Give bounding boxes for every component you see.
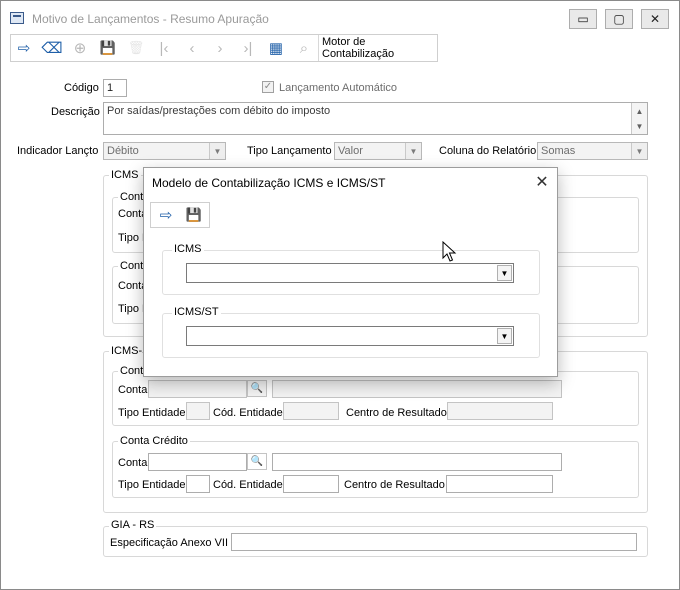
- maximize-button[interactable]: ▢: [605, 9, 633, 29]
- close-icon: ✕: [535, 174, 549, 191]
- save-button[interactable]: 💾: [95, 35, 121, 61]
- codigo-label: Código: [64, 82, 99, 94]
- modelo-contabilizacao-dialog: Modelo de Contabilização ICMS e ICMS/ST …: [143, 167, 558, 377]
- table-icon: ▦: [268, 40, 284, 57]
- especificacao-anexo-field[interactable]: [231, 533, 637, 551]
- codigo-field[interactable]: 1: [103, 79, 127, 97]
- grid-button[interactable]: ▦: [263, 35, 289, 61]
- search-button[interactable]: ⌕: [291, 35, 317, 61]
- icms-st-conta-label-2: Conta: [118, 457, 148, 469]
- indicador-value: Débito: [107, 145, 139, 157]
- icms-st-centro-resultado-label: Centro de Resultado: [346, 407, 447, 419]
- close-icon: ✕: [649, 12, 661, 26]
- icms-credito-title: Cont: [118, 260, 146, 272]
- tipo-lancamento-select[interactable]: Valor ▼: [334, 142, 422, 160]
- chevron-right-icon: ›: [217, 39, 223, 57]
- icms-st-credito-title: Conta Crédito: [118, 435, 190, 447]
- descricao-textarea[interactable]: Por saídas/prestações com débito do impo…: [103, 102, 648, 135]
- first-icon: |‹: [159, 39, 169, 57]
- dialog-exit-button[interactable]: ⇨: [153, 203, 179, 227]
- last-record-button[interactable]: ›|: [235, 35, 261, 61]
- especificacao-anexo-label: Especificação Anexo VII: [110, 537, 229, 549]
- toolbar: ⇨ ⌫ ⊕ 💾 🗑 |‹ ‹ › ›| ▦ ⌕ Motor de Contabi…: [10, 34, 438, 62]
- delete-button[interactable]: 🗑: [123, 35, 149, 61]
- chevron-down-icon: ▼: [631, 143, 647, 159]
- chevron-down-icon: ▼: [497, 328, 512, 344]
- lancamento-automatico-label: Lançamento Automático: [279, 82, 398, 94]
- motor-contabilizacao-button[interactable]: Motor de Contabilização: [318, 35, 437, 61]
- dialog-save-button[interactable]: 💾: [181, 203, 207, 227]
- dialog-toolbar: ⇨ 💾: [150, 202, 210, 228]
- icms-st-centro-resultado-field[interactable]: [447, 402, 553, 420]
- icms-st-cod-entidade-label-2: Cód. Entidade: [213, 479, 283, 491]
- dialog-icms-select[interactable]: ▼: [186, 263, 514, 283]
- minimize-icon: ▭: [577, 12, 589, 26]
- save-icon: 💾: [99, 40, 117, 55]
- coluna-relatorio-value: Somas: [541, 145, 576, 157]
- icms-group-title: ICMS: [109, 169, 141, 181]
- eraser-icon: ⌫: [41, 40, 63, 57]
- icms-st-conta-label: Conta: [118, 384, 148, 396]
- dialog-close-button[interactable]: ✕: [532, 172, 552, 192]
- icms-st-centro-resultado-label-2: Centro de Resultado: [344, 479, 445, 491]
- icms-st-tipo-entidade-label: Tipo Entidade: [118, 407, 186, 419]
- exit-icon: ⇨: [17, 40, 31, 57]
- dialog-icms-label: ICMS: [172, 243, 204, 255]
- first-record-button[interactable]: |‹: [151, 35, 177, 61]
- dialog-icms-st-select[interactable]: ▼: [186, 326, 514, 346]
- last-icon: ›|: [243, 39, 253, 57]
- descricao-label: Descrição: [51, 106, 100, 118]
- prev-record-button[interactable]: ‹: [179, 35, 205, 61]
- add-button[interactable]: ⊕: [67, 35, 93, 61]
- scroll-up-icon[interactable]: ▲: [632, 103, 647, 119]
- icms-st-cod-entidade-label: Cód. Entidade: [213, 407, 283, 419]
- maximize-icon: ▢: [613, 12, 625, 26]
- trash-icon: 🗑: [127, 40, 145, 55]
- chevron-left-icon: ‹: [189, 39, 195, 57]
- add-icon: ⊕: [73, 40, 87, 57]
- descricao-value: Por saídas/prestações com débito do impo…: [107, 105, 331, 117]
- icms-st-conta-search-button[interactable]: 🔍: [247, 380, 267, 397]
- scroll-down-icon[interactable]: ▼: [632, 118, 647, 134]
- icms-st-tipo-entidade-field[interactable]: [186, 402, 210, 420]
- icms-st-cod-entidade-field-2[interactable]: [283, 475, 339, 493]
- icms-st-cod-entidade-field[interactable]: [283, 402, 339, 420]
- window-title: Motivo de Lançamentos - Resumo Apuração: [32, 12, 269, 26]
- indicador-label: Indicador Lançto: [17, 145, 99, 157]
- clear-button[interactable]: ⌫: [39, 35, 65, 61]
- indicador-select[interactable]: Débito ▼: [103, 142, 226, 160]
- app-icon: [10, 12, 24, 24]
- coluna-relatorio-select[interactable]: Somas ▼: [537, 142, 648, 160]
- gia-rs-title: GIA - RS: [109, 519, 157, 531]
- icms-st-tipo-entidade-field-2[interactable]: [186, 475, 210, 493]
- exit-button[interactable]: ⇨: [11, 35, 37, 61]
- search-icon: 🔍: [250, 456, 264, 467]
- dialog-title: Modelo de Contabilização ICMS e ICMS/ST: [152, 176, 386, 190]
- icms-st-tipo-entidade-label-2: Tipo Entidade: [118, 479, 186, 491]
- save-icon: 💾: [185, 207, 203, 222]
- tipo-lancamento-label: Tipo Lançamento: [247, 145, 332, 157]
- mouse-cursor-icon: [442, 241, 457, 262]
- chevron-down-icon: ▼: [209, 143, 225, 159]
- chevron-down-icon: ▼: [497, 265, 512, 281]
- next-record-button[interactable]: ›: [207, 35, 233, 61]
- icms-st-conta-credito-desc-field: [272, 453, 562, 471]
- dialog-icms-st-label: ICMS/ST: [172, 306, 221, 318]
- close-button[interactable]: ✕: [641, 9, 669, 29]
- coluna-relatorio-label: Coluna do Relatório: [439, 145, 537, 157]
- minimize-button[interactable]: ▭: [569, 9, 597, 29]
- icms-st-conta-credito-search-button[interactable]: 🔍: [247, 453, 267, 470]
- icms-st-centro-resultado-field-2[interactable]: [446, 475, 553, 493]
- tipo-lancamento-value: Valor: [338, 145, 363, 157]
- icms-st-conta-desc-field: [272, 380, 562, 398]
- exit-icon: ⇨: [159, 207, 173, 224]
- search-icon: ⌕: [299, 39, 309, 57]
- icms-st-conta-field[interactable]: [148, 380, 247, 398]
- chevron-down-icon: ▼: [405, 143, 421, 159]
- search-icon: 🔍: [250, 383, 264, 394]
- icms-st-conta-credito-field[interactable]: [148, 453, 247, 471]
- descricao-scrollbar[interactable]: ▲ ▼: [631, 103, 647, 134]
- lancamento-automatico-checkbox[interactable]: ✓: [262, 81, 274, 93]
